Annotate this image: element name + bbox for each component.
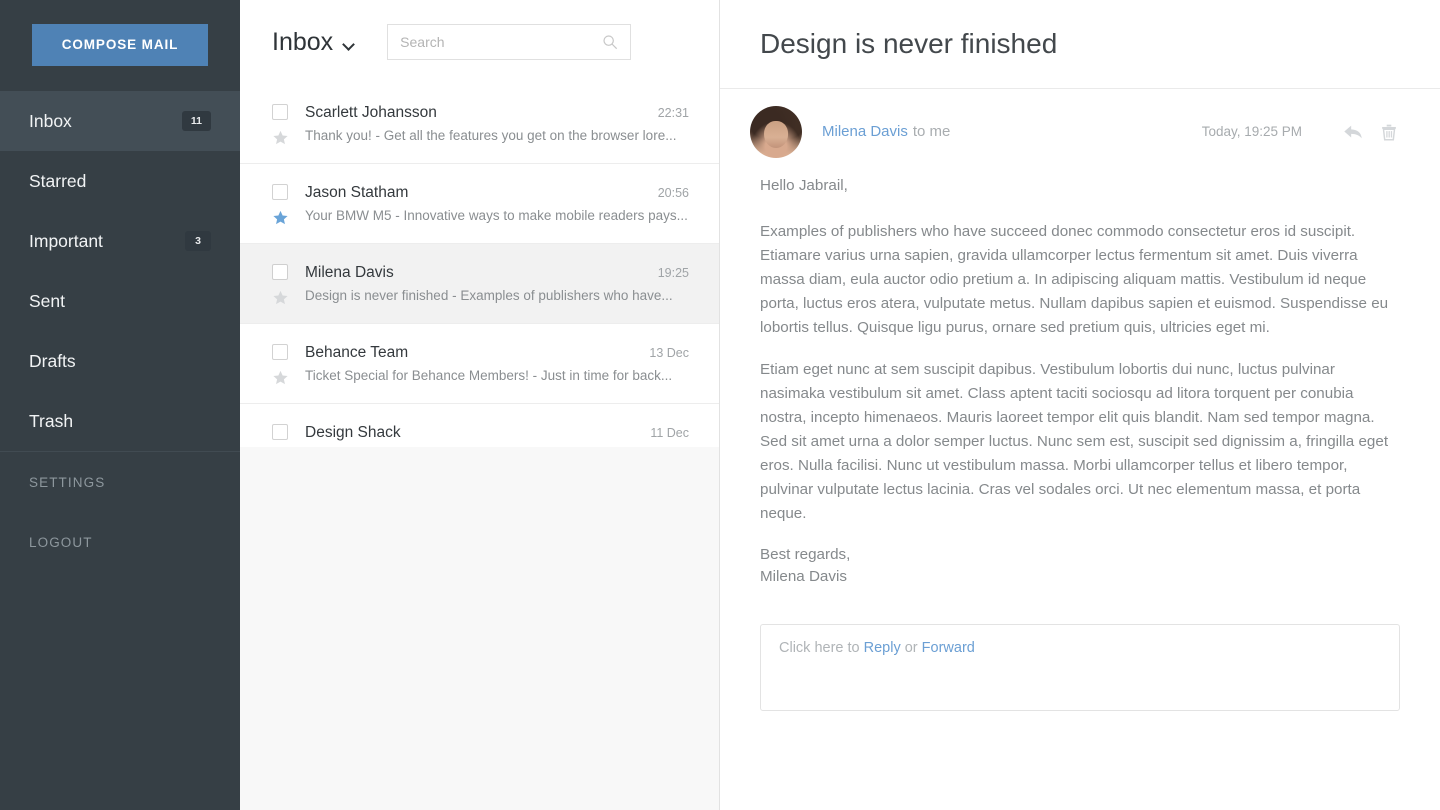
mail-row-gutter	[272, 164, 305, 243]
mail-row-gutter	[272, 244, 305, 323]
message-participants: Milena Davis to me	[822, 123, 950, 140]
message-greeting: Hello Jabrail,	[760, 174, 1400, 198]
sidebar-item-important[interactable]: Important3	[0, 211, 240, 271]
sidebar-item-label: Inbox	[29, 111, 182, 132]
reply-box-or: or	[901, 640, 922, 656]
mail-row-top: Milena Davis 19:25	[305, 264, 689, 282]
sidebar-footer: SETTINGS LOGOUT	[0, 452, 240, 572]
star-icon[interactable]	[272, 129, 289, 146]
mail-timestamp: 11 Dec	[650, 426, 689, 440]
mail-sender: Behance Team	[305, 344, 639, 362]
table-row[interactable]: Milena Davis 19:25 Design is never finishe…	[240, 244, 719, 324]
sender-name[interactable]: Milena Davis	[822, 123, 908, 140]
select-checkbox[interactable]	[272, 264, 288, 280]
sidebar-item-label: Starred	[29, 171, 211, 192]
search-input[interactable]	[400, 34, 602, 50]
mail-snippet: Design is never finished - Examples of p…	[305, 288, 689, 303]
mail-list: Scarlett Johansson 22:31 Thank you! - Get …	[240, 84, 719, 447]
mail-row-content: Behance Team 13 Dec Ticket Special for Beh…	[305, 324, 719, 403]
table-row[interactable]: Scarlett Johansson 22:31 Thank you! - Get …	[240, 84, 719, 164]
message-body: Hello Jabrail, Examples of publishers wh…	[720, 174, 1440, 810]
mail-row-top: Scarlett Johansson 22:31	[305, 104, 689, 122]
mail-sender: Design Shack	[305, 424, 640, 442]
forward-link[interactable]: Forward	[922, 640, 975, 656]
select-checkbox[interactable]	[272, 184, 288, 200]
page-title: Design is never finished	[760, 28, 1057, 60]
message-timestamp: Today, 19:25 PM	[1202, 124, 1302, 139]
mail-row-content: Scarlett Johansson 22:31 Thank you! - Get …	[305, 84, 719, 163]
mail-sender: Milena Davis	[305, 264, 648, 282]
star-icon[interactable]	[272, 369, 289, 386]
message-signoff: Best regards,	[760, 544, 1400, 566]
inbox-dropdown[interactable]: Inbox	[272, 28, 353, 57]
sidebar-item-settings[interactable]: SETTINGS	[0, 452, 240, 512]
mail-app: COMPOSE MAIL Inbox11StarredImportant3Sen…	[0, 0, 1440, 810]
sidebar-item-label: Important	[29, 231, 185, 252]
mail-list-empty-area	[240, 447, 719, 810]
sidebar-item-badge: 3	[185, 231, 211, 252]
inbox-title-label: Inbox	[272, 28, 333, 57]
mail-timestamp: 22:31	[658, 106, 689, 120]
mail-row-top: Jason Statham 20:56	[305, 184, 689, 202]
sidebar-item-label: SETTINGS	[29, 475, 105, 490]
sidebar-item-badge: 11	[182, 111, 211, 132]
mail-row-top: Design Shack 11 Dec	[305, 424, 689, 442]
table-row[interactable]: Jason Statham 20:56 Your BMW M5 - Innovati…	[240, 164, 719, 244]
reply-icon[interactable]	[1342, 121, 1364, 143]
sidebar-item-label: LOGOUT	[29, 535, 93, 550]
message-signature-name: Milena Davis	[760, 566, 1400, 588]
select-checkbox[interactable]	[272, 424, 288, 440]
list-header: Inbox	[240, 0, 719, 84]
message-paragraph-1: Examples of publishers who have succeed …	[760, 220, 1400, 340]
mail-timestamp: 13 Dec	[649, 346, 689, 360]
compose-mail-button[interactable]: COMPOSE MAIL	[32, 24, 208, 66]
recipient-label: to me	[913, 123, 951, 140]
mail-timestamp: 19:25	[658, 266, 689, 280]
mail-timestamp: 20:56	[658, 186, 689, 200]
sidebar-item-sent[interactable]: Sent	[0, 271, 240, 331]
sidebar-item-inbox[interactable]: Inbox11	[0, 91, 240, 151]
sidebar-item-logout[interactable]: LOGOUT	[0, 512, 240, 572]
reply-forward-box[interactable]: Click here to Reply or Forward	[760, 624, 1400, 711]
mail-sender: Jason Statham	[305, 184, 648, 202]
sidebar-item-label: Sent	[29, 291, 211, 312]
mail-row-top: Behance Team 13 Dec	[305, 344, 689, 362]
mail-snippet: Ticket Special for Behance Members! - Ju…	[305, 368, 689, 383]
mail-row-gutter	[272, 84, 305, 163]
mail-snippet: Thank you! - Get all the features you ge…	[305, 128, 689, 143]
avatar	[750, 106, 802, 158]
message-meta-row: Milena Davis to me Today, 19:25 PM	[720, 89, 1440, 174]
mail-row-content: Design Shack11 DecYou are now unsubscrib…	[305, 404, 719, 447]
mail-snippet: Your BMW M5 - Innovative ways to make mo…	[305, 208, 689, 223]
reader-header: Design is never finished	[720, 0, 1440, 89]
mail-row-content: Milena Davis 19:25 Design is never finishe…	[305, 244, 719, 323]
mail-sender: Scarlett Johansson	[305, 104, 648, 122]
star-icon[interactable]	[272, 209, 289, 226]
message-paragraph-2: Etiam eget nunc at sem suscipit dapibus.…	[760, 358, 1400, 526]
select-checkbox[interactable]	[272, 344, 288, 360]
reading-pane: Design is never finished Milena Davis to…	[720, 0, 1440, 810]
table-row[interactable]: Behance Team 13 Dec Ticket Special for Beh…	[240, 324, 719, 404]
sidebar-item-label: Trash	[29, 411, 211, 432]
search-box[interactable]	[387, 24, 631, 60]
mail-list-panel: Inbox Scarlett Johansson 22:31 Thank you! …	[240, 0, 720, 810]
reply-link[interactable]: Reply	[864, 640, 901, 656]
sidebar-item-label: Drafts	[29, 351, 211, 372]
sidebar-item-starred[interactable]: Starred	[0, 151, 240, 211]
sidebar: COMPOSE MAIL Inbox11 Starred Important3 Sen…	[0, 0, 240, 810]
delete-icon[interactable]	[1378, 121, 1400, 143]
sidebar-item-trash[interactable]: Trash	[0, 391, 240, 451]
compose-area: COMPOSE MAIL	[0, 0, 240, 66]
chevron-down-icon	[342, 38, 355, 51]
mail-row-gutter	[272, 324, 305, 403]
select-checkbox[interactable]	[272, 104, 288, 120]
table-row[interactable]: Design Shack11 DecYou are now unsubscrib…	[240, 404, 719, 447]
star-icon[interactable]	[272, 289, 289, 306]
sidebar-nav: Inbox11 Starred Important3 Sent Drafts Trash	[0, 91, 240, 451]
reply-box-prefix: Click here to	[779, 640, 864, 656]
mail-row-gutter	[272, 404, 305, 447]
mail-row-content: Jason Statham 20:56 Your BMW M5 - Innovati…	[305, 164, 719, 243]
sidebar-item-drafts[interactable]: Drafts	[0, 331, 240, 391]
search-icon	[602, 34, 618, 50]
